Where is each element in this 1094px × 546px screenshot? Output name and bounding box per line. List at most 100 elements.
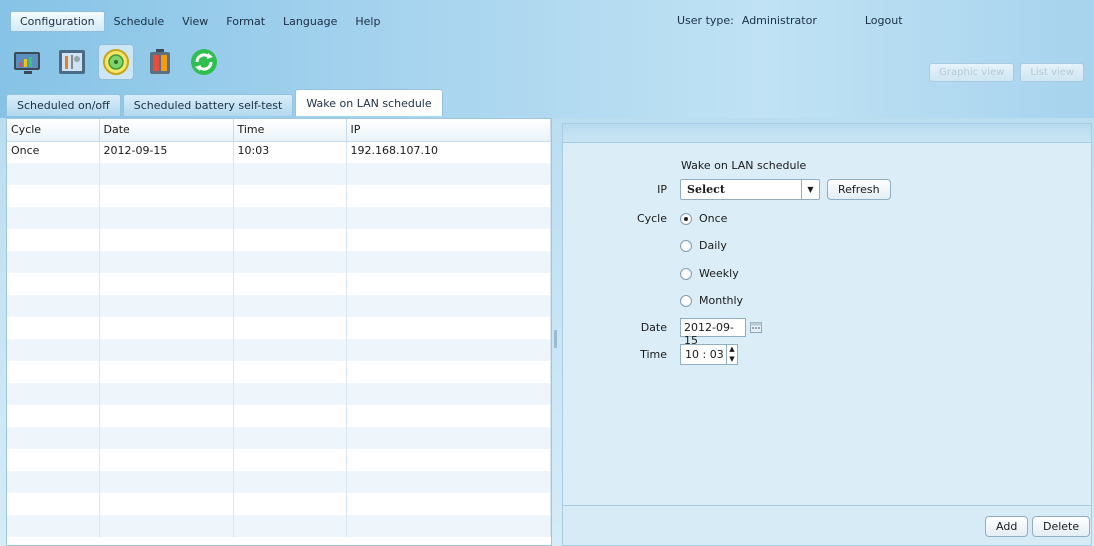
empty-cell	[99, 449, 234, 471]
refresh-button[interactable]: Refresh	[827, 179, 891, 200]
empty-cell	[233, 339, 347, 361]
ip-select[interactable]: Select ▼	[680, 179, 820, 200]
menu-language[interactable]: Language	[274, 12, 346, 31]
empty-cell	[346, 405, 551, 427]
empty-cell	[233, 207, 347, 229]
form-title: Wake on LAN schedule	[681, 159, 807, 172]
empty-cell	[233, 427, 347, 449]
empty-cell	[233, 493, 347, 515]
cycle-option-label: Weekly	[699, 267, 739, 280]
cycle-option-weekly[interactable]: Weekly	[680, 267, 739, 280]
empty-cell	[346, 339, 551, 361]
empty-cell	[99, 229, 234, 251]
empty-cell	[99, 361, 234, 383]
wol-form-panel: Wake on LAN schedule IP Select ▼ Refresh…	[562, 123, 1092, 546]
cell-ip: 192.168.107.10	[346, 141, 551, 163]
empty-cell	[346, 229, 551, 251]
empty-cell	[99, 405, 234, 427]
table-row[interactable]: Once 2012-09-15 10:03 192.168.107.10	[7, 141, 551, 163]
column-header-cycle[interactable]: Cycle	[7, 119, 100, 142]
empty-cell	[7, 339, 100, 361]
empty-cell	[233, 383, 347, 405]
empty-cell	[7, 405, 100, 427]
column-header-date[interactable]: Date	[99, 119, 234, 142]
form-header	[563, 124, 1091, 143]
empty-cell	[233, 163, 347, 185]
empty-cell	[346, 163, 551, 185]
empty-cell	[346, 251, 551, 273]
cycle-option-label: Once	[699, 212, 728, 225]
empty-cell	[99, 383, 234, 405]
menu-configuration[interactable]: Configuration	[10, 10, 105, 32]
radio-selected-icon	[680, 212, 692, 225]
cycle-option-daily[interactable]: Daily	[680, 239, 727, 252]
calendar-icon[interactable]	[750, 321, 762, 336]
radio-unselected-icon	[680, 267, 692, 280]
tab-scheduled-on-off[interactable]: Scheduled on/off	[6, 94, 121, 116]
empty-cell	[233, 185, 347, 207]
list-view-button[interactable]: List view	[1020, 63, 1084, 82]
empty-cell	[99, 339, 234, 361]
empty-cell	[7, 295, 100, 317]
menu-schedule[interactable]: Schedule	[105, 12, 174, 31]
spinner-up-icon[interactable]: ▲	[727, 345, 737, 355]
cell-time: 10:03	[233, 141, 347, 163]
table-row-empty	[7, 427, 551, 449]
table-row-empty	[7, 361, 551, 383]
empty-cell	[346, 427, 551, 449]
column-header-ip[interactable]: IP	[346, 119, 551, 142]
empty-cell	[346, 317, 551, 339]
graphic-view-button[interactable]: Graphic view	[929, 63, 1015, 82]
table-row-empty	[7, 273, 551, 295]
menu-view[interactable]: View	[173, 12, 217, 31]
column-header-time[interactable]: Time	[233, 119, 347, 142]
empty-cell	[7, 361, 100, 383]
empty-cell	[99, 295, 234, 317]
tab-scheduled-battery-self-test[interactable]: Scheduled battery self-test	[122, 94, 294, 116]
empty-cell	[233, 405, 347, 427]
logout-link[interactable]: Logout	[865, 14, 903, 27]
empty-cell	[346, 383, 551, 405]
empty-cell	[7, 383, 100, 405]
table-row-empty	[7, 163, 551, 185]
empty-cell	[233, 471, 347, 493]
radio-unselected-icon	[680, 239, 692, 252]
empty-cell	[7, 317, 100, 339]
date-field[interactable]: 2012-09-15	[680, 318, 746, 347]
radio-unselected-icon	[680, 294, 692, 307]
delete-button[interactable]: Delete	[1032, 516, 1091, 537]
table-row-empty	[7, 449, 551, 471]
panel-splitter[interactable]	[554, 330, 557, 348]
cycle-option-once[interactable]: Once	[680, 212, 727, 225]
menu-help[interactable]: Help	[346, 12, 389, 31]
cell-cycle: Once	[7, 141, 100, 163]
table-row-empty	[7, 493, 551, 515]
empty-cell	[233, 273, 347, 295]
tools-config-icon[interactable]	[54, 44, 90, 80]
table-row-empty	[7, 207, 551, 229]
schedule-table-panel: Cycle Date Time IP Once 2012-09-15 10:03…	[6, 118, 552, 546]
user-type-value: Administrator	[741, 14, 817, 27]
menu-format[interactable]: Format	[217, 12, 274, 31]
table-row-empty	[7, 383, 551, 405]
empty-cell	[233, 515, 347, 537]
battery-icon[interactable]	[142, 44, 178, 80]
time-spinner[interactable]: ▲ ▼	[726, 345, 737, 364]
monitor-chart-icon[interactable]	[10, 44, 46, 80]
refresh-icon[interactable]	[186, 44, 222, 80]
user-area: User type: Administrator Logout	[677, 14, 903, 27]
tab-wake-on-lan-schedule[interactable]: Wake on LAN schedule	[295, 89, 443, 116]
cycle-label: Cycle	[636, 212, 667, 225]
empty-cell	[233, 361, 347, 383]
empty-cell	[99, 185, 234, 207]
menu-bar: Configuration Schedule View Format Langu…	[10, 10, 389, 32]
schedule-clock-icon[interactable]	[98, 44, 134, 80]
add-button[interactable]: Add	[985, 516, 1029, 537]
empty-cell	[346, 515, 551, 537]
empty-cell	[233, 251, 347, 273]
spinner-down-icon[interactable]: ▼	[727, 355, 737, 365]
empty-cell	[7, 207, 100, 229]
cycle-option-monthly[interactable]: Monthly	[680, 294, 743, 307]
empty-cell	[7, 163, 100, 185]
empty-cell	[233, 317, 347, 339]
